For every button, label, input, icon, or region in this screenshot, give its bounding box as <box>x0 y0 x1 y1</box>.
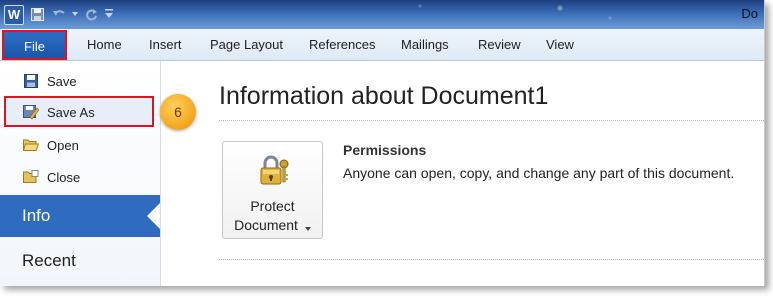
tab-file[interactable]: File <box>2 30 67 60</box>
tab-view[interactable]: View <box>546 37 574 52</box>
menu-item-label: Save As <box>47 104 95 120</box>
menu-item-close[interactable]: Close <box>0 162 160 192</box>
redo-icon[interactable] <box>84 7 99 22</box>
undo-icon[interactable] <box>51 7 66 22</box>
word-app-icon[interactable]: W <box>4 5 24 25</box>
tab-mailings[interactable]: Mailings <box>401 37 449 52</box>
permissions-description: Anyone can open, copy, and change any pa… <box>343 165 735 181</box>
title-bar: W Do <box>0 0 764 29</box>
menu-item-label: Close <box>47 169 81 185</box>
menu-item-open[interactable]: Open <box>0 130 160 160</box>
chevron-down-icon[interactable] <box>72 7 78 22</box>
menu-item-label: Recent <box>22 251 76 270</box>
save-as-icon <box>23 104 39 120</box>
menu-item-info[interactable]: Info <box>0 195 160 237</box>
customize-icon[interactable] <box>105 7 113 22</box>
tab-home[interactable]: Home <box>87 37 122 52</box>
quick-access-toolbar <box>30 6 113 22</box>
divider <box>219 120 764 121</box>
menu-item-label: Save <box>47 73 77 89</box>
ribbon-tab-bar: Home Insert Page Layout References Maili… <box>0 29 764 61</box>
document-label-text: Document <box>234 217 298 233</box>
selection-notch <box>147 203 160 229</box>
protect-label: Protect <box>250 198 295 214</box>
menu-item-label: Info <box>22 206 51 225</box>
permissions-heading: Permissions <box>343 142 427 158</box>
step-number-badge: 6 <box>160 94 196 130</box>
save-icon[interactable] <box>30 7 45 22</box>
document-label: Document <box>223 217 322 234</box>
tab-insert[interactable]: Insert <box>149 37 182 52</box>
menu-item-save-as[interactable]: Save As <box>0 97 160 127</box>
page-title: Information about Document1 <box>219 82 549 110</box>
word-window: W Do Home Insert Page Layout References … <box>0 0 765 286</box>
menu-item-recent[interactable]: Recent <box>0 246 160 276</box>
protect-document-button[interactable]: Protect Document <box>222 141 323 239</box>
tab-references[interactable]: References <box>309 37 375 52</box>
save-icon <box>23 73 39 89</box>
open-folder-icon <box>23 137 39 153</box>
tab-review[interactable]: Review <box>478 37 521 52</box>
tab-page-layout[interactable]: Page Layout <box>210 37 283 52</box>
lock-key-icon <box>257 154 291 188</box>
close-folder-icon <box>23 169 39 185</box>
window-title: Do <box>741 6 758 21</box>
chevron-down-icon <box>304 218 311 234</box>
menu-item-save[interactable]: Save <box>0 66 160 96</box>
menu-item-label: Open <box>47 137 79 153</box>
divider <box>219 259 764 260</box>
